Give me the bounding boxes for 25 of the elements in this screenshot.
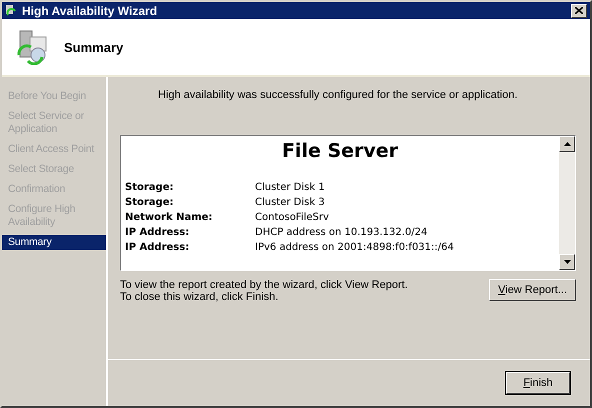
scroll-down-icon[interactable] <box>559 254 575 270</box>
report-label: IP Address: <box>125 226 190 240</box>
report-value: ContosoFileSrv <box>255 211 329 225</box>
hint-text: To view the report created by the wizard, click View Report. <box>120 279 408 291</box>
report-label: Storage: <box>125 181 174 195</box>
report-value: DHCP address on 10.193.132.0/24 <box>255 226 428 240</box>
window-title: High Availability Wizard <box>22 4 158 18</box>
hint-text: To close this wizard, click Finish. <box>120 291 280 303</box>
success-message: High availability was successfully configured for the service or application. <box>157 89 519 101</box>
report-label: IP Address: <box>125 241 190 255</box>
report-value: IPv6 address on 2001:4898:f0:f031::/64 <box>255 241 454 255</box>
report-value: Cluster Disk 3 <box>255 196 325 210</box>
scroll-up-icon[interactable] <box>559 136 575 152</box>
cluster-icon <box>5 4 18 17</box>
view-report-button[interactable]: View Report... <box>489 279 576 301</box>
report-label: Network Name: <box>125 211 214 225</box>
step-item: Summary <box>2 235 106 250</box>
finish-button[interactable]: Finish <box>506 372 570 394</box>
report-label: Storage: <box>125 196 174 210</box>
scrollbar[interactable] <box>559 136 575 270</box>
close-icon <box>575 7 583 14</box>
report-title: File Server <box>280 139 400 164</box>
page-title: Summary <box>64 40 124 54</box>
report-value: Cluster Disk 1 <box>255 181 325 195</box>
close-button[interactable] <box>571 4 587 18</box>
